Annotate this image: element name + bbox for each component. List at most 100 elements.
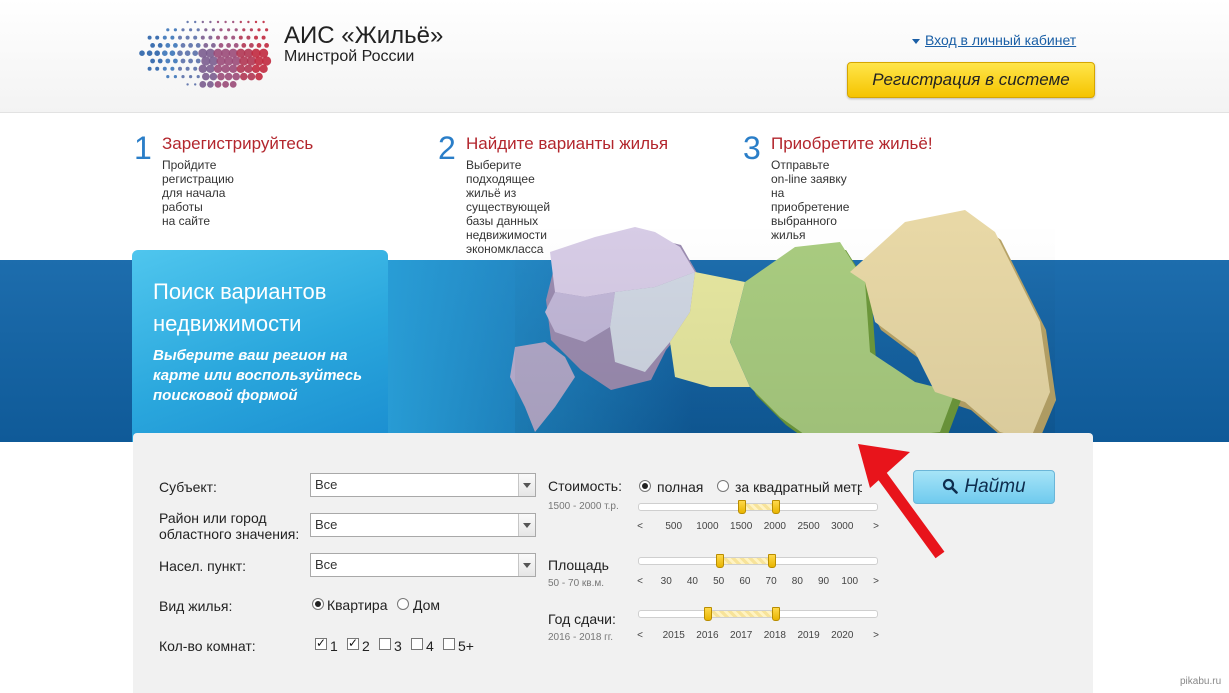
radio-cost-full-label: полная bbox=[657, 479, 704, 495]
banner-subtitle-line: Выберите ваш регион на bbox=[153, 347, 348, 364]
settlement-select-value: Все bbox=[315, 557, 338, 572]
logo-icon bbox=[139, 20, 272, 88]
area-tick-label: 60 bbox=[739, 576, 751, 587]
radio-cost-per-meter[interactable] bbox=[717, 480, 729, 492]
banner-subtitle: Выберите ваш регион на карте или воспольз… bbox=[153, 346, 362, 406]
year-range-text: 2016 - 2018 гг. bbox=[548, 632, 614, 643]
watermark: pikabu.ru bbox=[1180, 676, 1222, 687]
step-description: Пройдите регистрацию для начала работы на… bbox=[162, 158, 234, 228]
site-subtitle: Минстрой России bbox=[284, 48, 415, 65]
area-slider-fill bbox=[719, 558, 773, 564]
rooms-checkbox-2[interactable]: ✓ bbox=[347, 637, 359, 650]
cost-tick-label: 1000 bbox=[696, 521, 719, 532]
rooms-checkbox-label: 3 bbox=[394, 638, 402, 654]
step-number: 1 bbox=[134, 130, 152, 166]
site-title: АИС «Жильё» bbox=[284, 22, 444, 49]
area-tick-label: 100 bbox=[841, 576, 859, 587]
chevron-down-icon bbox=[518, 474, 535, 496]
login-link[interactable]: Вход в личный кабинет bbox=[912, 32, 1076, 48]
area-range-text: 50 - 70 кв.м. bbox=[548, 578, 605, 589]
cost-tick-label: 500 bbox=[665, 521, 683, 532]
header: АИС «Жильё» Минстрой России Вход в личны… bbox=[0, 0, 1229, 113]
banner-subtitle-line: карте или воспользуйтесь bbox=[153, 367, 363, 384]
year-slider-handle-min[interactable] bbox=[704, 607, 713, 621]
cost-range-text: 1500 - 2000 т.р. bbox=[548, 501, 619, 512]
year-tick-label: 2018 bbox=[763, 630, 786, 641]
area-tick-label: 30 bbox=[660, 576, 672, 587]
radio-house-label: Дом bbox=[413, 597, 441, 613]
rooms-checkbox-3[interactable] bbox=[379, 638, 391, 650]
year-tick-label: 2016 bbox=[696, 630, 719, 641]
area-tick-label: 80 bbox=[791, 576, 803, 587]
year-tick-label: 2017 bbox=[730, 630, 753, 641]
banner-title: Поиск вариантов недвижимости bbox=[153, 276, 326, 340]
district-select[interactable]: Все bbox=[310, 513, 536, 537]
chevron-down-icon bbox=[912, 38, 920, 44]
step-title: Зарегистрируйтесь bbox=[162, 134, 314, 153]
housing-type-label: Вид жилья: bbox=[159, 598, 233, 614]
rooms-checkbox-label: 4 bbox=[426, 638, 434, 654]
cost-slider-handle-max[interactable] bbox=[771, 500, 780, 514]
rooms-checkbox-5plus[interactable] bbox=[443, 638, 455, 650]
area-tick-label: 50 bbox=[713, 576, 725, 587]
area-tick-label: < bbox=[637, 576, 643, 587]
district-label-line: областного значения: bbox=[159, 526, 300, 542]
search-button-label: Найти bbox=[964, 476, 1026, 497]
register-button[interactable]: Регистрация в системе bbox=[847, 62, 1095, 98]
area-slider-handle-min[interactable] bbox=[715, 554, 724, 568]
rooms-label: Кол-во комнат: bbox=[159, 638, 256, 654]
chevron-down-icon bbox=[518, 554, 535, 576]
rooms-checkbox-label: 1 bbox=[330, 638, 338, 654]
settlement-label: Насел. пункт: bbox=[159, 558, 247, 574]
year-tick-label: 2019 bbox=[797, 630, 820, 641]
banner-title-line: Поиск вариантов bbox=[153, 279, 327, 304]
district-label: Район или город областного значения: bbox=[159, 510, 299, 542]
rooms-checkbox-label: 2 bbox=[362, 638, 370, 654]
subject-label: Субъект: bbox=[159, 479, 217, 495]
subject-select[interactable]: Все bbox=[310, 473, 536, 497]
area-tick-label: 70 bbox=[765, 576, 777, 587]
cost-slider-fill bbox=[742, 504, 776, 510]
year-tick-label: 2020 bbox=[831, 630, 854, 641]
banner-subtitle-line: поисковой формой bbox=[153, 387, 298, 404]
radio-apartment-label: Квартира bbox=[327, 597, 388, 613]
login-link-label: Вход в личный кабинет bbox=[925, 32, 1077, 48]
step-number: 2 bbox=[438, 130, 456, 166]
banner-title-line: недвижимости bbox=[153, 311, 302, 336]
year-tick-label: > bbox=[873, 630, 879, 641]
area-slider-handle-max[interactable] bbox=[768, 554, 777, 568]
area-label: Площадь bbox=[548, 557, 609, 573]
year-label: Год сдачи: bbox=[548, 611, 616, 627]
radio-apartment[interactable] bbox=[312, 598, 324, 610]
chevron-down-icon bbox=[518, 514, 535, 536]
district-select-value: Все bbox=[315, 517, 338, 532]
rooms-checkbox-label: 5+ bbox=[458, 638, 474, 654]
rooms-checkbox-4[interactable] bbox=[411, 638, 423, 650]
year-tick-label: 2015 bbox=[662, 630, 685, 641]
cost-tick-label: 1500 bbox=[730, 521, 753, 532]
step-desc-line: Пройдите регистрацию для начала работы bbox=[162, 158, 234, 214]
cost-slider-handle-min[interactable] bbox=[738, 500, 747, 514]
cost-tick-label: 2000 bbox=[763, 521, 786, 532]
year-slider-fill bbox=[708, 611, 776, 617]
area-tick-label: > bbox=[873, 576, 879, 587]
year-tick-label: < bbox=[637, 630, 643, 641]
subject-select-value: Все bbox=[315, 477, 338, 492]
radio-cost-full[interactable] bbox=[639, 480, 651, 492]
red-arrow-annotation bbox=[858, 444, 945, 559]
year-slider-handle-max[interactable] bbox=[771, 607, 780, 621]
year-slider[interactable] bbox=[638, 607, 878, 621]
district-label-line: Район или город bbox=[159, 510, 267, 526]
area-tick-label: 90 bbox=[817, 576, 830, 587]
cost-tick-label: 2500 bbox=[797, 521, 820, 532]
settlement-select[interactable]: Все bbox=[310, 553, 536, 577]
cost-label: Стоимость: bbox=[548, 478, 622, 494]
step-title: Найдите варианты жилья bbox=[466, 134, 669, 153]
russia-map[interactable] bbox=[495, 192, 1075, 452]
radio-house[interactable] bbox=[397, 598, 409, 610]
step-desc-line: на сайте bbox=[162, 214, 211, 228]
cost-tick-label: < bbox=[637, 521, 643, 532]
rooms-checkbox-1[interactable]: ✓ bbox=[315, 637, 327, 650]
area-tick-label: 40 bbox=[686, 576, 698, 587]
map-shading bbox=[515, 222, 1055, 447]
